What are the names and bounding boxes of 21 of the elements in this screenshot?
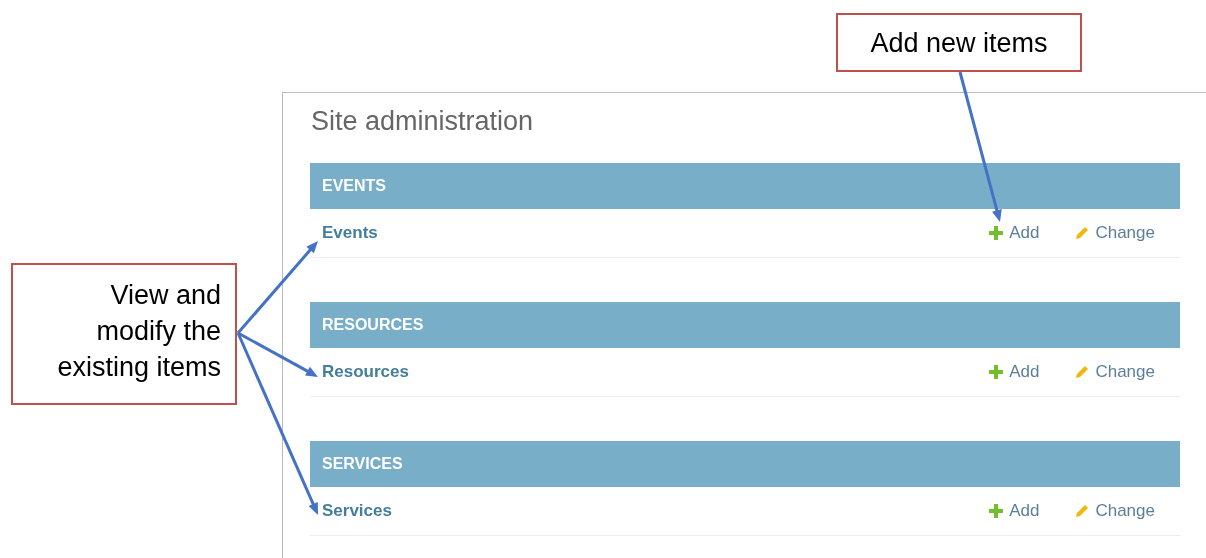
- change-link[interactable]: Change: [1075, 362, 1155, 382]
- pencil-icon: [1075, 365, 1090, 379]
- change-link[interactable]: Change: [1075, 223, 1155, 243]
- callout-box: View and modify the existing items: [11, 263, 237, 405]
- pencil-icon: [1075, 226, 1090, 240]
- pencil-icon: [1075, 504, 1090, 518]
- module-header: RESOURCES: [310, 302, 1180, 348]
- change-link[interactable]: Change: [1075, 501, 1155, 521]
- callout-box: Add new items: [836, 13, 1082, 72]
- plus-icon: [989, 226, 1004, 240]
- plus-icon: [989, 365, 1004, 379]
- model-link[interactable]: Services: [310, 501, 990, 521]
- model-link[interactable]: Resources: [310, 362, 990, 382]
- add-link[interactable]: Add: [989, 223, 1040, 243]
- module-header: EVENTS: [310, 163, 1180, 209]
- add-link[interactable]: Add: [989, 362, 1040, 382]
- add-link[interactable]: Add: [989, 501, 1040, 521]
- page-title: Site administration: [311, 105, 535, 137]
- module-header: SERVICES: [310, 441, 1180, 487]
- plus-icon: [989, 504, 1004, 518]
- model-link[interactable]: Events: [310, 223, 990, 243]
